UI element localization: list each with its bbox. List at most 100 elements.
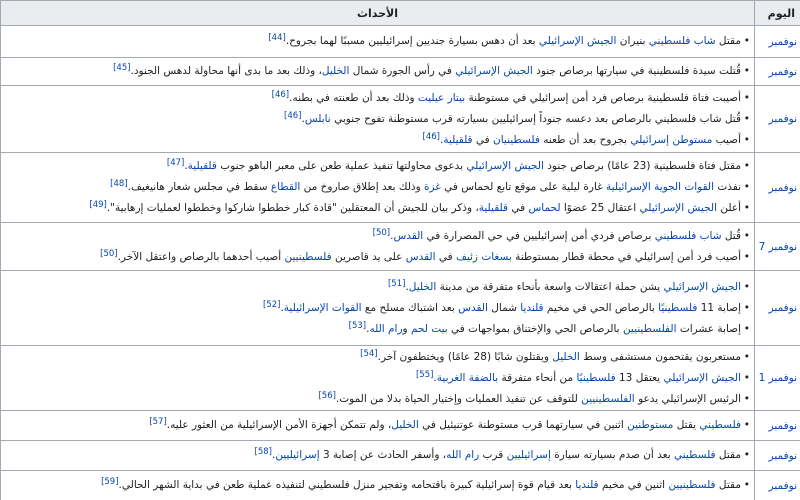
event-link[interactable]: القوات الجوية الإسرائيلية: [606, 181, 714, 193]
citation-link[interactable]: [44]: [268, 33, 285, 43]
event-text: بعد اشتباك مسلح مع: [361, 301, 459, 314]
event-item: مقتل فلسطيني بعد أن صدم بسيارته سيارة إس…: [2, 445, 754, 466]
citation-link[interactable]: [55]: [416, 370, 433, 380]
event-link[interactable]: قلنديا: [575, 479, 598, 491]
day-link[interactable]: نوفمبر: [769, 480, 797, 492]
event-link[interactable]: شاب فلسطيني: [649, 35, 716, 47]
citation-link[interactable]: [59]: [101, 477, 118, 487]
day-link[interactable]: نوفمبر: [769, 36, 797, 48]
event-text: مقتل: [715, 449, 741, 461]
event-text: في: [472, 133, 494, 146]
citation-link[interactable]: [54]: [360, 349, 377, 359]
event-text: بجروح بعد أن طعنه: [539, 133, 631, 146]
event-link[interactable]: الخليل: [391, 419, 419, 431]
event-link[interactable]: الجيش الإسرائيلي: [466, 160, 544, 172]
event-text: اثنين في مخيم: [598, 479, 669, 491]
event-link[interactable]: نابلس: [305, 113, 331, 125]
day-link[interactable]: نوفمبر: [769, 450, 797, 462]
event-link[interactable]: فلسطينيًا: [576, 372, 615, 384]
citation-link[interactable]: [47]: [167, 158, 184, 168]
event-link[interactable]: بسغات زئيف: [456, 251, 512, 263]
event-link[interactable]: فلسطينيين: [284, 251, 331, 263]
day-link[interactable]: نوفمبر: [769, 182, 797, 194]
event-text: وذلك بعد إطلاق صاروخ من: [300, 181, 425, 193]
event-text: وذلك بعد أن طعنته في بطنه.: [289, 91, 418, 104]
event-link[interactable]: بيتار عيليت: [418, 92, 465, 104]
event-list: قُتل شاب فلسطيني برصاص فردي أمن إسرائيلي…: [2, 226, 754, 268]
event-link[interactable]: قلقيلية: [188, 160, 217, 172]
citation-link[interactable]: [52]: [263, 300, 280, 310]
event-text: الرئيس الإسرائيلي يدعو: [634, 392, 741, 405]
citation-link[interactable]: [50]: [100, 249, 117, 259]
day-link[interactable]: نوفمبر: [769, 113, 797, 125]
event-link[interactable]: فلسطينيين: [668, 479, 715, 491]
event-list: مقتل شاب فلسطيني بنيران الجيش الإسرائيلي…: [2, 31, 754, 52]
event-link[interactable]: الفلسطينيين: [581, 393, 635, 405]
citation-link[interactable]: [46]: [423, 132, 440, 142]
event-link[interactable]: فلسطينيان: [493, 134, 540, 146]
event-link[interactable]: رام الله: [369, 323, 402, 335]
event-link[interactable]: إسرائيليين: [507, 449, 551, 461]
citation-link[interactable]: [46]: [272, 90, 289, 100]
citation-link[interactable]: [53]: [349, 321, 366, 331]
event-link[interactable]: الجيش الإسرائيلي: [455, 65, 533, 77]
event-link[interactable]: القدس: [458, 302, 488, 314]
event-link[interactable]: الخليل: [322, 65, 350, 77]
event-link[interactable]: القدس: [393, 230, 423, 242]
table-row: 1 نوفمبر مستعربون يقتحمون مستشفى وسط الخل…: [0, 345, 800, 411]
day-link[interactable]: 1 نوفمبر: [759, 372, 797, 384]
event-link[interactable]: الخليل: [409, 281, 437, 293]
day-link[interactable]: نوفمبر: [769, 420, 797, 432]
event-text: ويقتلون شابًا (28 عامًا) ويختطفون آخر.: [377, 350, 553, 363]
citation-link[interactable]: [50]: [373, 228, 390, 238]
event-link[interactable]: بالضفة الغربية: [437, 372, 498, 384]
event-item: مقتل فلسطينيين اثنين في مخيم قلنديا بعد …: [2, 475, 754, 496]
event-link[interactable]: قلقيلية: [479, 202, 508, 214]
event-link[interactable]: قلنديا: [520, 302, 543, 314]
event-link[interactable]: الجيش الإسرائيلي: [663, 281, 741, 293]
event-text: مقتل فتاة فلسطينية (23 عامًا) برصاص جنود: [543, 160, 741, 172]
event-text: أصيب: [712, 133, 741, 146]
event-link[interactable]: فلسطيني: [674, 449, 716, 461]
table-row: نوفمبر مقتل فتاة فلسطينية (23 عامًا) برصا…: [0, 152, 800, 223]
event-text: قرب: [479, 449, 507, 461]
citation-link[interactable]: [48]: [110, 179, 127, 189]
event-link[interactable]: غزة: [424, 181, 441, 193]
table-row: نوفمبر أصيبت فتاة فلسطينية برصاص فرد أمن …: [0, 85, 800, 153]
citation-link[interactable]: [56]: [318, 391, 335, 401]
citation-link[interactable]: [51]: [388, 279, 405, 289]
event-link[interactable]: إسرائيليين: [275, 449, 319, 461]
citation-link[interactable]: [49]: [89, 200, 106, 210]
day-link[interactable]: نوفمبر: [769, 66, 797, 78]
event-link[interactable]: القدس: [406, 251, 436, 263]
event-link[interactable]: القوات الإسرائيلية: [284, 302, 362, 314]
events-cell: أصيبت فتاة فلسطينية برصاص فرد أمن إسرائي…: [0, 85, 755, 153]
citation-link[interactable]: [45]: [113, 63, 130, 73]
day-link[interactable]: نوفمبر: [769, 302, 797, 314]
event-text: قُتلت سيدة فلسطينية في سيارتها برصاص جنو…: [532, 65, 741, 77]
event-link[interactable]: مستوطن إسرائيلي: [630, 134, 712, 146]
event-link[interactable]: لحماس: [528, 202, 560, 214]
event-link[interactable]: مستوطنين: [627, 419, 673, 431]
event-link[interactable]: شاب فلسطيني: [655, 230, 722, 242]
event-link[interactable]: قلقيلية: [443, 134, 472, 146]
event-link[interactable]: الجيش الإسرائيلي: [639, 202, 717, 214]
event-link[interactable]: الفلسطينيين: [623, 323, 677, 335]
event-link[interactable]: رام الله: [446, 449, 479, 461]
citation-link[interactable]: [57]: [149, 417, 166, 427]
day-cell: نوفمبر: [754, 152, 800, 223]
event-link[interactable]: فلسطيني: [699, 419, 741, 431]
event-link[interactable]: الجيش الإسرائيلي: [663, 372, 741, 384]
event-link[interactable]: فلسطينيًا: [658, 302, 697, 314]
day-link[interactable]: 7 نوفمبر: [759, 241, 797, 253]
event-link[interactable]: الجيش الإسرائيلي: [539, 35, 617, 47]
event-link[interactable]: القطاع: [271, 181, 301, 193]
citation-link[interactable]: [58]: [255, 447, 272, 457]
event-link[interactable]: الخليل: [552, 351, 580, 363]
citation-link[interactable]: [46]: [284, 111, 301, 121]
events-cell: قُتلت سيدة فلسطينية في سيارتها برصاص جنو…: [0, 57, 755, 86]
event-item: إصابة 11 فلسطينيًا بالرصاص الحي في مخيم …: [2, 298, 754, 319]
event-text: مستعربون يقتحمون مستشفى وسط: [579, 350, 741, 363]
event-link[interactable]: بيت لحم: [411, 323, 448, 335]
table-header: اليوم الأحداث: [0, 0, 800, 26]
